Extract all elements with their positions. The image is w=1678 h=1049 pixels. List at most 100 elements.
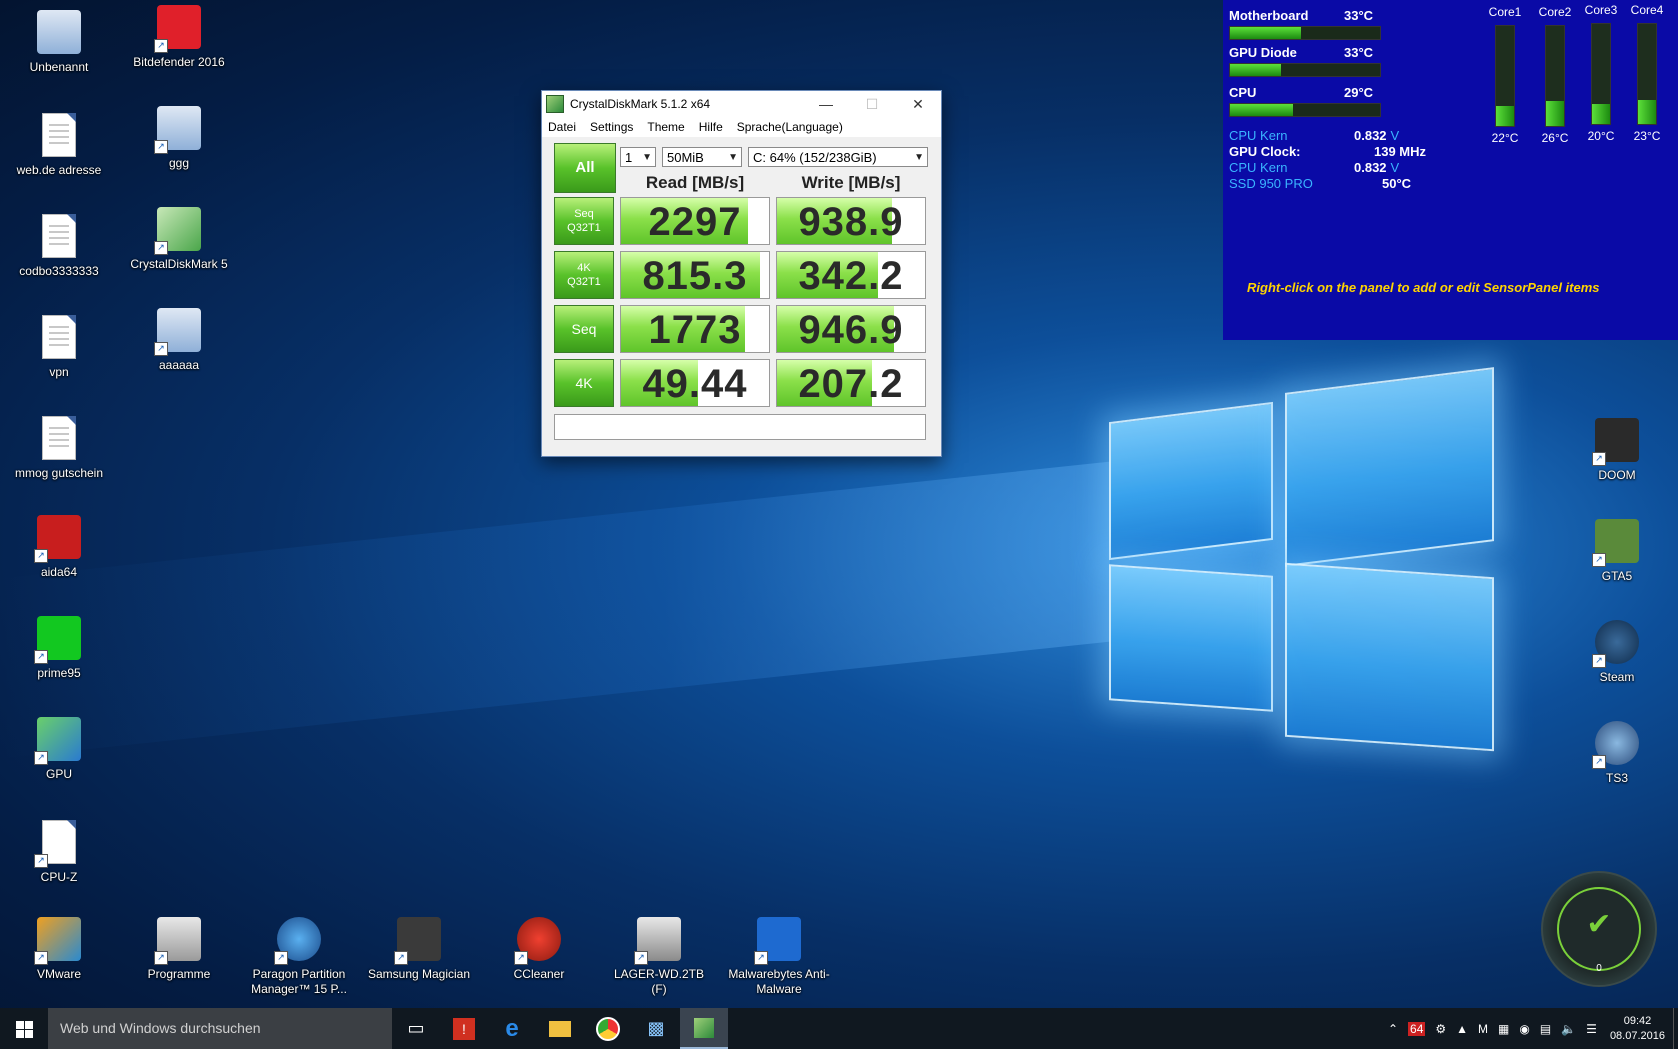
run-test-button-0[interactable]: Seq Q32T1 <box>554 197 614 245</box>
window-icon: ↗ <box>154 106 202 154</box>
status-gauge-widget[interactable]: ✔ 0 <box>1541 871 1657 987</box>
desktop-icon-label: Bitdefender 2016 <box>133 55 225 69</box>
run-test-button-3[interactable]: 4K <box>554 359 614 407</box>
desktop-icon-left-8[interactable]: ↗ CPU-Z <box>5 818 113 885</box>
desktop-icon-right-3[interactable]: ↗ TS3 <box>1563 721 1671 786</box>
samsung-magician-taskbar-icon[interactable]: ▩ <box>632 1008 680 1049</box>
shortcut-arrow-icon: ↗ <box>34 751 48 765</box>
core-temp-gauge-1: Core1 22°C <box>1483 5 1527 145</box>
chevron-down-icon: ▼ <box>728 152 738 163</box>
crystaldiskmark-window[interactable]: CrystalDiskMark 5.1.2 x64 — ☐ ✕ Datei Se… <box>541 90 942 457</box>
chrome-icon[interactable] <box>584 1008 632 1049</box>
desktop-icon-bottom-5[interactable]: ↗ LAGER-WD.2TB (F) <box>605 917 713 997</box>
desktop-icon-second-1[interactable]: ↗ ggg <box>125 106 233 171</box>
file-explorer-icon[interactable] <box>536 1008 584 1049</box>
read-result-value: 49.44 <box>642 362 748 406</box>
desktop-icon-left-7[interactable]: ↗ GPU <box>5 717 113 782</box>
comment-input[interactable] <box>554 414 926 440</box>
desktop-icon-left-2[interactable]: codbo3333333 <box>5 212 113 279</box>
maximize-button[interactable]: ☐ <box>849 91 895 117</box>
desktop-icon-bottom-4[interactable]: ↗ CCleaner <box>485 917 593 982</box>
test-queue: Q32T1 <box>567 222 601 234</box>
window-icon <box>36 10 82 56</box>
chevron-up-icon[interactable]: ⌃ <box>1388 1022 1398 1036</box>
test-size-select[interactable]: 50MiB ▼ <box>662 147 742 167</box>
task-view-icon[interactable]: ▭ <box>392 1008 440 1049</box>
menu-datei[interactable]: Datei <box>548 120 576 134</box>
clock[interactable]: 09:42 08.07.2016 <box>1610 1014 1665 1044</box>
run-test-button-1[interactable]: 4K Q32T1 <box>554 251 614 299</box>
desktop-icon-right-0[interactable]: ↗ DOOM <box>1563 418 1671 483</box>
volume-icon[interactable]: 🔈 <box>1561 1022 1576 1036</box>
desktop-icon-left-3[interactable]: vpn <box>5 313 113 380</box>
desktop-icon-left-0[interactable]: Unbenannt <box>5 10 113 75</box>
desktop-icon-bottom-6[interactable]: ↗ Malwarebytes Anti-Malware <box>725 917 833 997</box>
core-temp-bar <box>1495 25 1515 127</box>
bitdefender-icon: ↗ <box>154 5 202 53</box>
network-icon[interactable]: ▤ <box>1540 1022 1551 1036</box>
desktop-icon-left-6[interactable]: ↗ prime95 <box>5 616 113 681</box>
desktop-icon-label: CCleaner <box>513 967 565 981</box>
desktop-icon-bottom-0[interactable]: ↗ VMware <box>5 917 113 982</box>
desktop-icon-left-5[interactable]: ↗ aida64 <box>5 515 113 580</box>
sensor-value: 139 MHz <box>1374 144 1427 159</box>
crystaldiskmark-taskbar-icon[interactable] <box>680 1008 728 1049</box>
motherboard-value: 33°C <box>1344 8 1374 23</box>
desktop-icon-label: mmog gutschein <box>14 466 104 480</box>
sensor-key: SSD 950 PRO <box>1229 176 1313 191</box>
test-count-select[interactable]: 1 ▼ <box>620 147 656 167</box>
doom-icon: ↗ <box>1592 418 1640 466</box>
aida64-sensor-panel[interactable]: Motherboard 33°C GPU Diode 33°C CPU 29°C… <box>1223 0 1678 340</box>
malwarebytes-tray-icon[interactable]: M <box>1478 1022 1488 1036</box>
show-desktop-button[interactable] <box>1673 1008 1678 1049</box>
clock-date: 08.07.2016 <box>1609 1029 1665 1042</box>
desktop-icon-label: ggg <box>168 156 190 170</box>
desktop-icon-second-3[interactable]: ↗ aaaaaa <box>125 308 233 373</box>
start-button[interactable] <box>0 1008 48 1049</box>
menu-hilfe[interactable]: Hilfe <box>699 120 723 134</box>
desktop-icon-bottom-2[interactable]: ↗ Paragon Partition Manager™ 15 P... <box>245 917 353 997</box>
desktop-icon-bottom-3[interactable]: ↗ Samsung Magician <box>365 917 473 982</box>
write-result-cell: 342.2 <box>776 251 926 299</box>
desktop-icon-second-0[interactable]: ↗ Bitdefender 2016 <box>125 5 233 70</box>
drive-icon: ↗ <box>634 917 682 965</box>
shortcut-arrow-icon: ↗ <box>514 951 528 965</box>
aida64-tray-icon[interactable]: 64 <box>1408 1021 1426 1036</box>
drive-tray-icon[interactable]: ▦ <box>1498 1022 1509 1036</box>
read-result-value: 815.3 <box>642 254 748 298</box>
test-queue: Q32T1 <box>567 276 601 288</box>
text-document-icon <box>36 214 82 260</box>
core-temp-bar <box>1637 23 1657 125</box>
menu-settings[interactable]: Settings <box>590 120 633 134</box>
menu-language[interactable]: Sprache(Language) <box>737 120 843 134</box>
read-result-value: 2297 <box>648 200 742 244</box>
wallpaper-light-beam <box>0 461 1110 759</box>
desktop-icon-left-4[interactable]: mmog gutschein <box>5 414 113 481</box>
drive-select[interactable]: C: 64% (152/238GiB) ▼ <box>748 147 928 167</box>
menu-theme[interactable]: Theme <box>647 120 684 134</box>
sensor-key: GPU Clock: <box>1229 144 1301 159</box>
desktop-icon-left-1[interactable]: web.de adresse <box>5 111 113 178</box>
run-test-button-2[interactable]: Seq <box>554 305 614 353</box>
desktop-icon-right-1[interactable]: ↗ GTA5 <box>1563 519 1671 584</box>
notification-icon[interactable]: ☰ <box>1586 1022 1597 1036</box>
write-result-value: 207.2 <box>798 362 904 406</box>
desktop-icon-second-2[interactable]: ↗ CrystalDiskMark 5 <box>125 207 233 272</box>
search-input[interactable]: Web und Windows durchsuchen <box>48 1008 392 1049</box>
desktop-icon-label: LAGER-WD.2TB (F) <box>613 967 704 996</box>
bitdefender-taskbar-icon[interactable]: ! <box>440 1008 488 1049</box>
desktop-icon-label: Steam <box>1599 670 1635 684</box>
vpn-tray-icon[interactable]: ◉ <box>1519 1022 1529 1036</box>
gauge-value: 0 <box>1596 963 1602 974</box>
desktop-icon-bottom-1[interactable]: ↗ Programme <box>125 917 233 982</box>
window-titlebar[interactable]: CrystalDiskMark 5.1.2 x64 — ☐ ✕ <box>542 91 941 117</box>
network-app-tray-icon[interactable]: ▲ <box>1456 1022 1468 1036</box>
desktop-icon-right-2[interactable]: ↗ Steam <box>1563 620 1671 685</box>
window-title: CrystalDiskMark 5.1.2 x64 <box>570 97 711 111</box>
run-all-button[interactable]: All <box>554 143 616 193</box>
read-result-value: 1773 <box>648 308 742 352</box>
edge-icon[interactable]: e <box>488 1008 536 1049</box>
minimize-button[interactable]: — <box>803 91 849 117</box>
close-button[interactable]: ✕ <box>895 91 941 117</box>
steam-tray-icon[interactable]: ⚙ <box>1435 1022 1446 1036</box>
